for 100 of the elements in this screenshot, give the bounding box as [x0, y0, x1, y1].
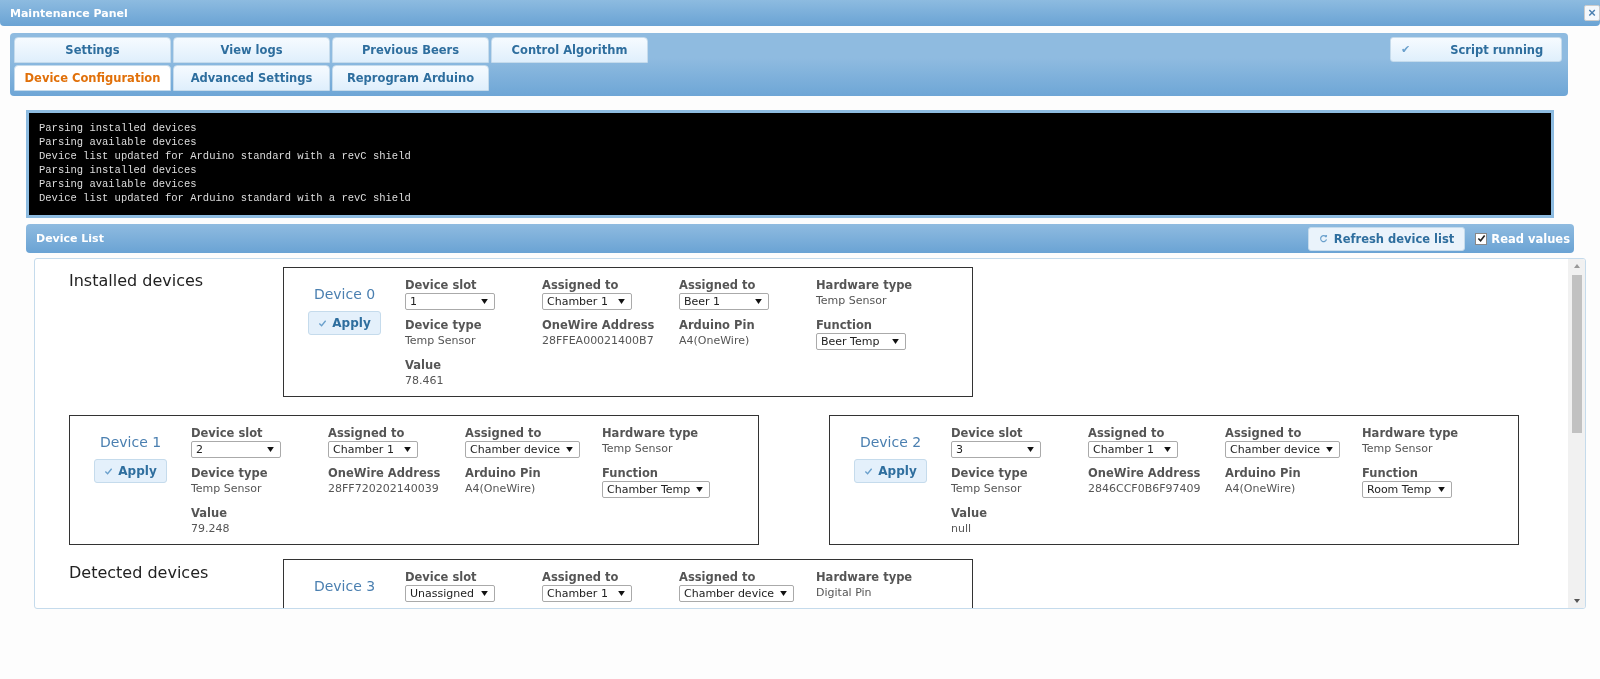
caret-icon — [566, 447, 573, 452]
field-label: Hardware type — [816, 278, 914, 293]
console-line: Parsing available devices — [39, 177, 198, 191]
tab[interactable]: Reprogram Arduino — [332, 65, 489, 91]
caret-icon — [404, 447, 411, 452]
console-line: Parsing installed devices — [39, 121, 198, 135]
field-label: Assigned to — [679, 278, 757, 293]
dropdown[interactable]: Room Temp — [1362, 481, 1452, 498]
caret-icon — [618, 591, 625, 596]
field-label: Device type — [951, 466, 1029, 481]
field-value: Temp Sensor — [1362, 441, 1434, 456]
dropdown[interactable]: Chamber Temp — [602, 481, 711, 498]
tab[interactable]: Advanced Settings — [173, 65, 330, 91]
field-label: Device type — [191, 466, 269, 481]
dropdown[interactable]: Chamber 1 — [328, 441, 418, 458]
field-label: Hardware type — [1362, 426, 1460, 441]
window-title: Maintenance Panel — [10, 6, 128, 20]
apply-button[interactable]: Apply — [854, 459, 927, 483]
field-value: 28FF720202140039 — [328, 481, 440, 496]
field-label: Device type — [405, 318, 483, 333]
refresh-button[interactable]: Refresh device list — [1307, 226, 1466, 251]
apply-button[interactable]: Apply — [94, 459, 167, 483]
field-label: Device slot — [951, 426, 1024, 441]
close-button[interactable]: × — [1584, 5, 1600, 21]
field-value: A4(OneWire) — [465, 481, 537, 496]
field-value: 79.248 — [191, 521, 231, 536]
field-value: 2846CCF0B6F97409 — [1088, 481, 1202, 496]
dropdown[interactable]: Chamber 1 — [542, 585, 632, 602]
field-label: Arduino Pin — [1225, 466, 1302, 481]
panel-title: Device List — [36, 232, 104, 245]
caret-icon — [1027, 447, 1034, 452]
caret-icon — [1164, 447, 1171, 452]
field-label: Assigned to — [679, 570, 757, 585]
dropdown[interactable]: Beer 1 — [679, 293, 769, 310]
field-label: OneWire Address — [542, 318, 656, 333]
script-running-button[interactable]: ✔ Script running — [1390, 37, 1562, 62]
field-label: Assigned to — [542, 570, 620, 585]
field-value: A4(OneWire) — [679, 333, 751, 348]
dropdown[interactable]: Beer Temp — [816, 333, 906, 350]
caret-icon — [481, 591, 488, 596]
check-icon — [104, 466, 114, 476]
field-label: Arduino Pin — [465, 466, 542, 481]
caret-icon — [1326, 447, 1333, 452]
field-label: Device slot — [191, 426, 264, 441]
read-values-checkbox[interactable] — [1475, 232, 1488, 245]
field-value: null — [951, 521, 973, 536]
caret-icon — [267, 447, 274, 452]
tab[interactable]: Settings — [14, 37, 171, 63]
field-value: Temp Sensor — [405, 333, 477, 348]
field-label: Hardware type — [602, 426, 700, 441]
field-label: Assigned to — [1088, 426, 1166, 441]
field-label: Assigned to — [1225, 426, 1303, 441]
dropdown[interactable]: Chamber device — [465, 441, 580, 458]
field-value: Digital Pin — [816, 585, 873, 600]
field-value: Temp Sensor — [602, 441, 674, 456]
dropdown[interactable]: 1 — [405, 293, 495, 310]
field-label: Device slot — [405, 278, 478, 293]
field-label: Arduino Pin — [679, 318, 756, 333]
field-label: Value — [191, 506, 228, 521]
field-label: Assigned to — [328, 426, 406, 441]
tab[interactable]: Control Algorithm — [491, 37, 648, 63]
field-label: OneWire Address — [1088, 466, 1202, 481]
dropdown[interactable]: Chamber 1 — [1088, 441, 1178, 458]
dropdown[interactable]: 2 — [191, 441, 281, 458]
field-label: Assigned to — [542, 278, 620, 293]
console-line: Parsing installed devices — [39, 163, 198, 177]
caret-icon — [1438, 487, 1445, 492]
device-title: Device 3 — [313, 578, 376, 594]
device-title: Device 0 — [313, 286, 376, 302]
scrollbar[interactable] — [1568, 259, 1585, 608]
refresh-icon — [1318, 234, 1328, 243]
console-line: Parsing available devices — [39, 135, 198, 149]
caret-icon — [892, 339, 899, 344]
device-title: Device 1 — [99, 434, 162, 450]
field-label: OneWire Address — [328, 466, 442, 481]
tab[interactable]: Previous Beers — [332, 37, 489, 63]
caret-icon — [755, 299, 762, 304]
dropdown[interactable]: 3 — [951, 441, 1041, 458]
caret-icon — [618, 299, 625, 304]
field-value: Temp Sensor — [816, 293, 888, 308]
field-value: A4(OneWire) — [1225, 481, 1297, 496]
field-label: Assigned to — [465, 426, 543, 441]
dropdown[interactable]: Chamber device — [1225, 441, 1340, 458]
field-value: 28FFEA00021400B7 — [542, 333, 655, 348]
caret-icon — [780, 591, 787, 596]
tab[interactable]: View logs — [173, 37, 330, 63]
field-label: Value — [405, 358, 442, 373]
device-title: Device 2 — [859, 434, 922, 450]
field-value: Temp Sensor — [191, 481, 263, 496]
apply-button[interactable]: Apply — [308, 311, 381, 335]
field-label: Device slot — [405, 570, 478, 585]
field-label: Function — [602, 466, 659, 481]
field-label: Hardware type — [816, 570, 914, 585]
dropdown[interactable]: Unassigned — [405, 585, 495, 602]
dropdown[interactable]: Chamber device — [679, 585, 794, 602]
console-line: Device list updated for Arduino standard with a revC shield — [39, 149, 412, 163]
checkbox-label: Read values — [1491, 231, 1570, 246]
field-value: Temp Sensor — [951, 481, 1023, 496]
field-label: Value — [951, 506, 988, 521]
dropdown[interactable]: Chamber 1 — [542, 293, 632, 310]
